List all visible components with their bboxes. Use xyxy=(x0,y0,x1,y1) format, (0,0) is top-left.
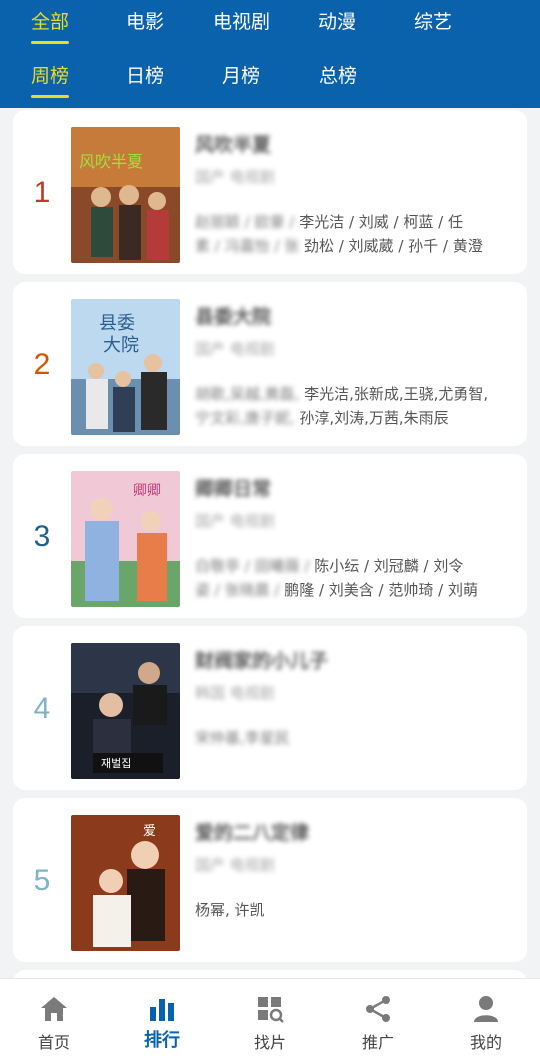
svg-text:大院: 大院 xyxy=(103,335,139,356)
nav-ranking-label: 排行 xyxy=(144,1030,180,1051)
title[interactable]: 爱的二八定律 xyxy=(195,818,309,845)
poster-image[interactable]: 县委 大院 xyxy=(71,299,180,435)
tab-weekly[interactable]: 周榜 xyxy=(31,56,70,98)
share-icon xyxy=(366,996,390,1022)
poster-image[interactable]: 爱 xyxy=(71,815,180,951)
title[interactable]: 县委大院 xyxy=(195,302,271,329)
title[interactable]: 卿卿日常 xyxy=(195,474,271,501)
cast: 白敬亭 / 田曦薇 / 陈小纭 / 刘冠麟 / 刘令 姿 / 张晓晨 / 鹏隆 … xyxy=(195,554,515,602)
poster-image[interactable]: 재벌집 xyxy=(71,643,180,779)
tab-variety[interactable]: 综艺 xyxy=(414,2,452,42)
profile-icon xyxy=(474,996,498,1022)
list-item[interactable]: 2 县委 大院 县委大院 国产 电视剧 胡歌,吴越,黄磊, 李光洁,张新成,王骁… xyxy=(13,282,527,446)
cast-blurred: 素 / 冯嘉怡 / 张 xyxy=(195,237,300,255)
cast-visible: 李光洁,张新成,王骁,尤勇智, xyxy=(304,385,489,403)
svg-text:县委: 县委 xyxy=(99,313,135,334)
home-icon xyxy=(41,997,67,1021)
nav-profile[interactable]: 我的 xyxy=(432,979,540,1063)
nav-profile-label: 我的 xyxy=(469,1033,502,1052)
cast-blurred: 赵丽颖 / 欧豪 / xyxy=(195,213,295,231)
find-icon xyxy=(258,997,284,1023)
svg-text:卿卿: 卿卿 xyxy=(133,483,161,499)
nav-home[interactable]: 首页 xyxy=(0,979,108,1063)
cast: 宋仲基,李星民 xyxy=(195,726,515,750)
cast-visible: 杨幂, 许凯 xyxy=(195,901,265,919)
cast-blurred: 姿 / 张晓晨 / xyxy=(195,581,285,599)
meta: 国产 电视剧 xyxy=(195,512,275,530)
tab-overall[interactable]: 总榜 xyxy=(319,56,357,96)
title[interactable]: 风吹半夏 xyxy=(195,130,271,157)
cast: 赵丽颖 / 欧豪 / 李光洁 / 刘威 / 柯蓝 / 任 素 / 冯嘉怡 / 张… xyxy=(195,210,515,258)
top-header: 全部 电影 电视剧 动漫 综艺 周榜 日榜 月榜 总榜 xyxy=(0,0,540,108)
poster-image[interactable]: 卿卿 xyxy=(71,471,180,607)
rank-number: 1 xyxy=(33,176,51,209)
title[interactable]: 财阀家的小儿子 xyxy=(195,646,328,673)
svg-text:风吹半夏: 风吹半夏 xyxy=(79,152,143,171)
cast-blurred: 宁文彩,唐子妮, xyxy=(195,409,295,427)
nav-promote-label: 推广 xyxy=(361,1033,394,1052)
nav-find[interactable]: 找片 xyxy=(216,979,324,1063)
meta: 国产 电视剧 xyxy=(195,856,275,874)
list-item[interactable]: 1 风吹半夏 风吹半夏 国产 电视剧 赵丽颖 / 欧豪 / 李光洁 / 刘威 /… xyxy=(13,110,527,274)
cast-visible: 陈小纭 / 刘冠麟 / 刘令 xyxy=(314,557,464,575)
cast: 杨幂, 许凯 xyxy=(195,898,515,922)
list-item[interactable]: 5 爱 爱的二八定律 国产 电视剧 杨幂, 许凯 xyxy=(13,798,527,962)
meta: 韩国 电视剧 xyxy=(195,684,275,702)
cast-blurred: 胡歌,吴越,黄磊, xyxy=(195,385,300,403)
svg-text:재벌집: 재벌집 xyxy=(101,757,131,770)
category-tabs: 全部 电影 电视剧 动漫 综艺 xyxy=(0,2,540,44)
cast-visible: 劲松 / 刘威葳 / 孙千 / 黄澄 xyxy=(303,237,483,255)
nav-ranking[interactable]: 排行 xyxy=(108,979,216,1063)
cast-visible: 鹏隆 / 刘美含 / 范帅琦 / 刘萌 xyxy=(284,581,478,599)
list-item[interactable]: 4 재벌집 财阀家的小儿子 韩国 电视剧 宋仲基,李星民 xyxy=(13,626,527,790)
rank-number: 5 xyxy=(33,864,51,897)
tab-daily[interactable]: 日榜 xyxy=(126,56,164,96)
rank-number: 2 xyxy=(33,348,51,381)
rank-number: 3 xyxy=(33,520,51,553)
meta: 国产 电视剧 xyxy=(195,340,275,358)
tab-movies[interactable]: 电影 xyxy=(126,2,164,42)
tab-tv-series[interactable]: 电视剧 xyxy=(213,2,270,42)
poster-image[interactable]: 风吹半夏 xyxy=(71,127,180,263)
list-item[interactable]: 3 卿卿 卿卿日常 国产 电视剧 白敬亭 / 田曦薇 / 陈小纭 / 刘冠麟 /… xyxy=(13,454,527,618)
cast-blurred: 宋仲基,李星民 xyxy=(195,729,290,747)
rank-number: 4 xyxy=(33,692,51,725)
cast-visible: 孙淳,刘涛,万茜,朱雨辰 xyxy=(299,409,449,427)
nav-promote[interactable]: 推广 xyxy=(324,979,432,1063)
nav-home-label: 首页 xyxy=(37,1033,70,1052)
meta: 国产 电视剧 xyxy=(195,168,275,186)
cast-blurred: 白敬亭 / 田曦薇 / xyxy=(195,557,310,575)
tab-all[interactable]: 全部 xyxy=(31,2,70,44)
svg-text:爱: 爱 xyxy=(143,824,156,839)
nav-find-label: 找片 xyxy=(253,1033,286,1052)
bottom-nav: 首页 排行 找片 推广 我的 xyxy=(0,978,540,1063)
tab-anime[interactable]: 动漫 xyxy=(318,2,356,42)
ranking-icon xyxy=(150,999,174,1021)
tab-monthly[interactable]: 月榜 xyxy=(222,56,260,96)
cast-visible: 李光洁 / 刘威 / 柯蓝 / 任 xyxy=(299,213,463,231)
cast: 胡歌,吴越,黄磊, 李光洁,张新成,王骁,尤勇智, 宁文彩,唐子妮, 孙淳,刘涛… xyxy=(195,382,515,430)
period-tabs: 周榜 日榜 月榜 总榜 xyxy=(0,56,540,98)
